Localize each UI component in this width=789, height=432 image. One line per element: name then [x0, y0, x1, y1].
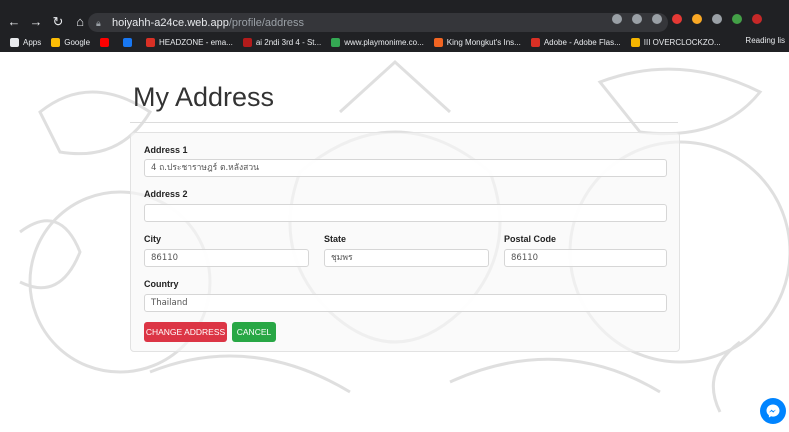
bookmark-label: III OVERCLOCKZO... [643, 37, 721, 47]
zoom-icon[interactable] [632, 14, 642, 24]
bookmark-item[interactable]: HEADZONE - ema... [146, 37, 233, 47]
bookmark-item[interactable]: Adobe - Adobe Flas... [530, 37, 621, 47]
country-label: Country [144, 279, 179, 289]
extension-icons [612, 14, 762, 24]
bookmark-icon [51, 37, 61, 47]
bookmark-icon [630, 37, 640, 47]
url-path: /profile/address [228, 16, 305, 29]
bookmark-icon [146, 37, 156, 47]
page-title: My Address [133, 82, 275, 112]
bookmark-icon [10, 37, 19, 47]
state-select[interactable]: ชุมพร [324, 249, 489, 267]
address-bar[interactable]: 🔒︎ hoiyahh-a24ce.web.app/profile/address [88, 13, 668, 32]
reading-list[interactable]: Reading lis [745, 36, 785, 45]
address-form: Address 1 4 ถ.ประชาราษฎร์ ต.หลังสวน Addr… [130, 132, 680, 352]
back-icon[interactable]: ← [6, 14, 22, 30]
bookmark-item[interactable]: ai 2ndi 3rd 4 - St... [242, 37, 322, 47]
home-icon[interactable]: ⌂ [72, 14, 88, 30]
page-content: My Address Address 1 4 ถ.ประชาราษฎร์ ต.ห… [0, 52, 789, 432]
postal-code-input[interactable]: 86110 [504, 249, 667, 267]
messenger-chat-button[interactable] [760, 398, 786, 424]
bookmark-item[interactable]: Apps [10, 37, 42, 47]
city-label: City [144, 234, 162, 244]
address2-input[interactable] [144, 204, 667, 222]
bookmark-item[interactable]: Google [51, 37, 91, 47]
state-label: State [324, 234, 347, 244]
address1-input[interactable]: 4 ถ.ประชาราษฎร์ ต.หลังสวน [144, 159, 667, 177]
bookmark-label: HEADZONE - ema... [159, 37, 233, 47]
bookmark-icon [530, 37, 540, 47]
extension-icon[interactable] [672, 14, 682, 24]
address2-label: Address 2 [144, 189, 188, 199]
bookmark-item[interactable] [123, 37, 136, 47]
title-divider [130, 122, 678, 123]
bookmark-label: www.playmonime.co... [344, 37, 424, 47]
bookmark-label: Adobe - Adobe Flas... [543, 37, 621, 47]
url-host: hoiyahh-a24ce.web.app [112, 16, 229, 29]
star-icon[interactable] [652, 14, 662, 24]
address1-label: Address 1 [144, 145, 188, 155]
extension-icon[interactable] [712, 14, 722, 24]
bookmark-label: Google [64, 37, 91, 47]
bookmark-icon [123, 37, 133, 47]
bookmark-item[interactable]: King Mongkut's Ins... [433, 37, 521, 47]
browser-chrome: ← → ↻ ⌂ 🔒︎ hoiyahh-a24ce.web.app/profile… [0, 0, 789, 52]
bookmark-item[interactable]: III OVERCLOCKZO... [630, 37, 721, 47]
change-address-button[interactable]: CHANGE ADDRESS [144, 322, 227, 342]
lock-icon: 🔒︎ [96, 17, 101, 28]
puzzle-icon[interactable] [732, 14, 742, 24]
country-input[interactable]: Thailand [144, 294, 667, 312]
url-text: hoiyahh-a24ce.web.app/profile/address [112, 17, 304, 29]
bookmark-label: ai 2ndi 3rd 4 - St... [255, 37, 322, 47]
bookmark-icon [331, 37, 341, 47]
bookmark-label: King Mongkut's Ins... [446, 37, 521, 47]
postal-code-label: Postal Code [504, 234, 557, 244]
city-input[interactable]: 86110 [144, 249, 309, 267]
bookmark-item[interactable] [100, 37, 113, 47]
bookmark-label: Apps [23, 37, 42, 47]
cancel-button[interactable]: CANCEL [232, 322, 276, 342]
bookmark-icon [242, 37, 252, 47]
bookmark-item[interactable]: www.playmonime.co... [331, 37, 424, 47]
bookmark-icon [100, 37, 110, 47]
forward-icon[interactable]: → [28, 14, 44, 30]
key-icon[interactable] [612, 14, 622, 24]
bookmarks-bar: Apps Google HEADZONE - ema... ai 2ndi 3rd 4… [0, 33, 789, 51]
profile-avatar[interactable] [752, 14, 762, 24]
extension-icon[interactable] [692, 14, 702, 24]
bookmark-icon [433, 37, 443, 47]
reload-icon[interactable]: ↻ [50, 14, 66, 30]
messenger-icon [766, 404, 780, 418]
